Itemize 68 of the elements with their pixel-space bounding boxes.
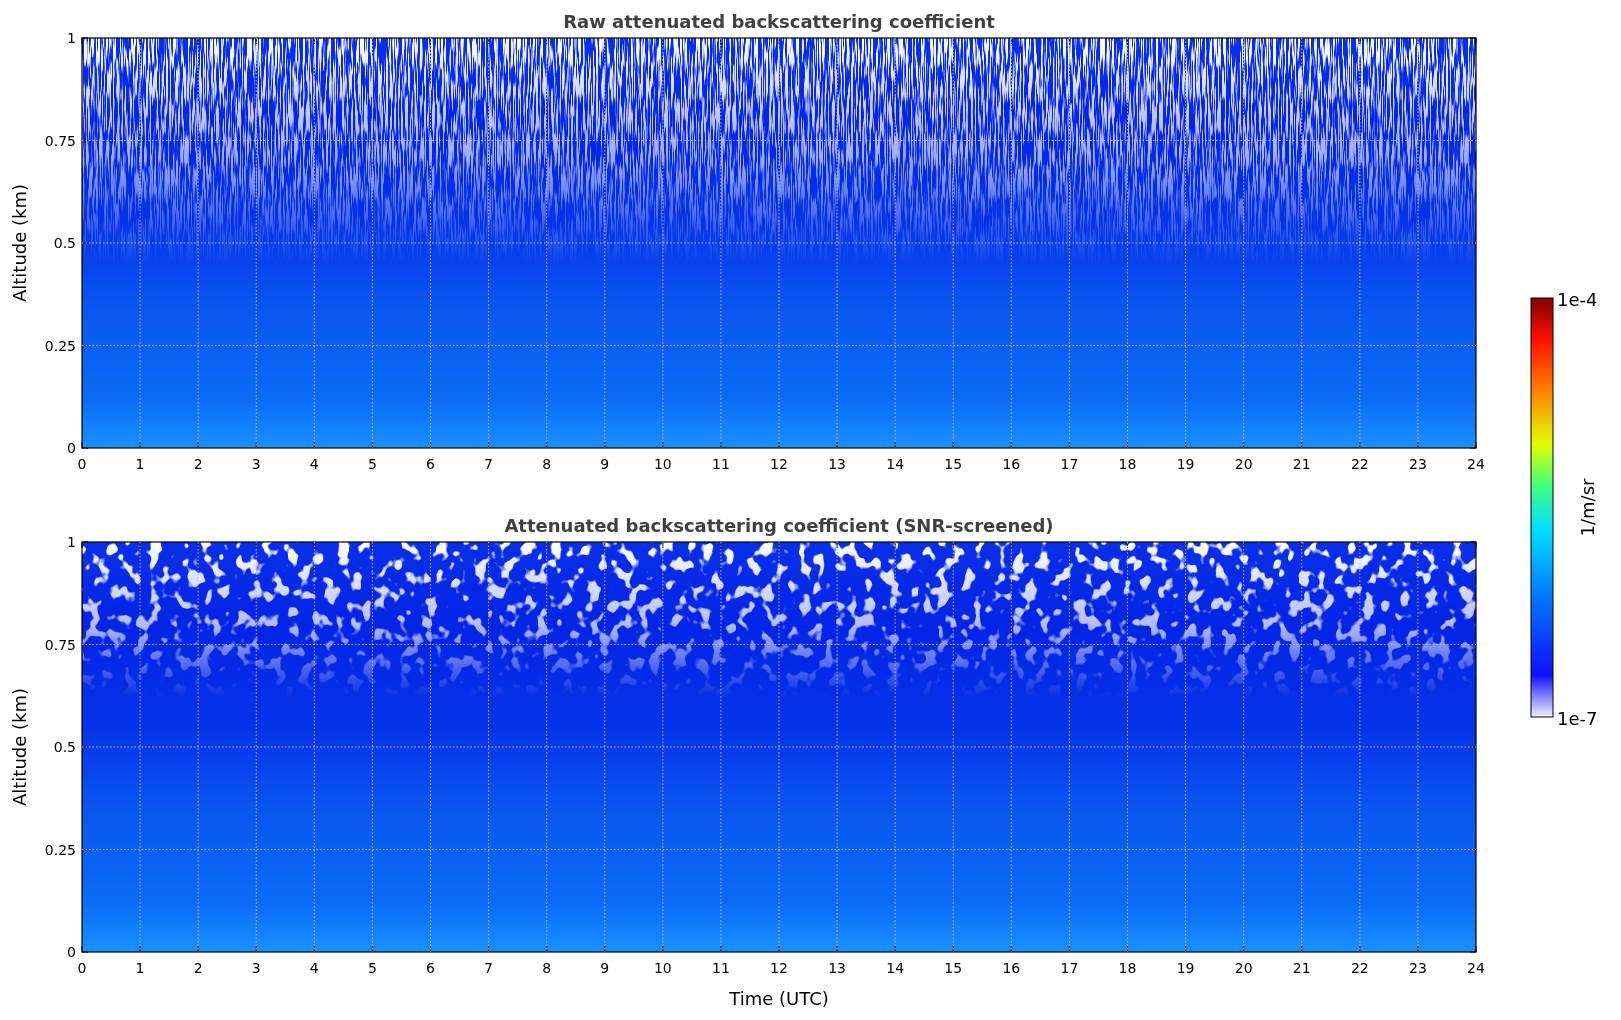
tick-label: 8	[542, 456, 552, 472]
tick-label: 1	[67, 30, 76, 46]
tick-label: 3	[251, 456, 261, 472]
tick-label: 1	[135, 960, 145, 976]
tick-label: 13	[828, 456, 846, 472]
tick-label: 6	[426, 960, 435, 976]
tick-label: 23	[1409, 456, 1427, 472]
tick-label: 0.75	[44, 636, 76, 653]
tick-label: 12	[770, 960, 788, 976]
tick-label: 6	[426, 456, 435, 472]
colorbar-tick-label: 1e-4	[1557, 289, 1598, 310]
tick-label: 10	[653, 456, 672, 472]
chart-title: Attenuated backscattering coefficient (SNR-screened)	[504, 515, 1054, 536]
axis-label: Time (UTC)	[729, 988, 829, 1009]
tick-label: 16	[1002, 456, 1021, 472]
tick-label: 7	[484, 960, 494, 976]
tick-label: 3	[251, 960, 261, 976]
tick-label: 0.25	[44, 841, 76, 858]
tick-label: 4	[309, 456, 319, 472]
tick-label: 13	[828, 960, 846, 976]
tick-label: 12	[770, 456, 788, 472]
chart-title: Raw attenuated backscattering coefficient	[563, 11, 995, 32]
tick-label: 4	[309, 960, 319, 976]
tick-label: 7	[484, 456, 494, 472]
tick-label: 18	[1118, 960, 1137, 976]
tick-label: 0	[67, 944, 76, 960]
tick-label: 21	[1292, 960, 1311, 976]
axis-label: Altitude (km)	[9, 183, 30, 303]
tick-label: 19	[1176, 960, 1195, 976]
tick-label: 24	[1467, 456, 1485, 472]
colorbar-label: 1/m/sr	[1577, 478, 1598, 537]
tick-label: 9	[600, 960, 610, 976]
tick-label: 1	[135, 456, 145, 472]
tick-label: 5	[367, 456, 377, 472]
tick-label: 20	[1234, 456, 1253, 472]
tick-label: 0.75	[44, 132, 76, 149]
tick-label: 2	[193, 960, 203, 976]
tick-label: 23	[1409, 960, 1427, 976]
tick-label: 15	[944, 456, 963, 472]
tick-label: 0	[77, 456, 87, 472]
tick-label: 14	[886, 960, 905, 976]
tick-label: 19	[1176, 456, 1195, 472]
axis-label: Altitude (km)	[9, 687, 30, 807]
tick-label: 1	[67, 534, 76, 550]
tick-label: 0.25	[44, 337, 76, 354]
tick-label: 17	[1060, 960, 1079, 976]
colorbar-tick-label: 1e-7	[1557, 708, 1598, 729]
tick-label: 18	[1118, 456, 1137, 472]
tick-label: 14	[886, 456, 905, 472]
tick-label: 9	[600, 456, 610, 472]
tick-label: 0	[77, 960, 87, 976]
tick-label: 16	[1002, 960, 1021, 976]
tick-label: 20	[1234, 960, 1253, 976]
tick-label: 10	[653, 960, 672, 976]
tick-label: 24	[1467, 960, 1485, 976]
tick-label: 15	[944, 960, 963, 976]
tick-label: 22	[1350, 960, 1369, 976]
tick-label: 0.5	[53, 235, 76, 251]
tick-label: 8	[542, 960, 552, 976]
tick-label: 2	[193, 456, 203, 472]
tick-label: 17	[1060, 456, 1079, 472]
tick-label: 11	[712, 960, 730, 976]
tick-label: 5	[367, 960, 377, 976]
tick-label: 11	[712, 456, 730, 472]
tick-label: 21	[1292, 456, 1311, 472]
tick-label: 0.5	[53, 739, 76, 755]
tick-label: 22	[1350, 456, 1369, 472]
tick-label: 0	[67, 440, 76, 456]
